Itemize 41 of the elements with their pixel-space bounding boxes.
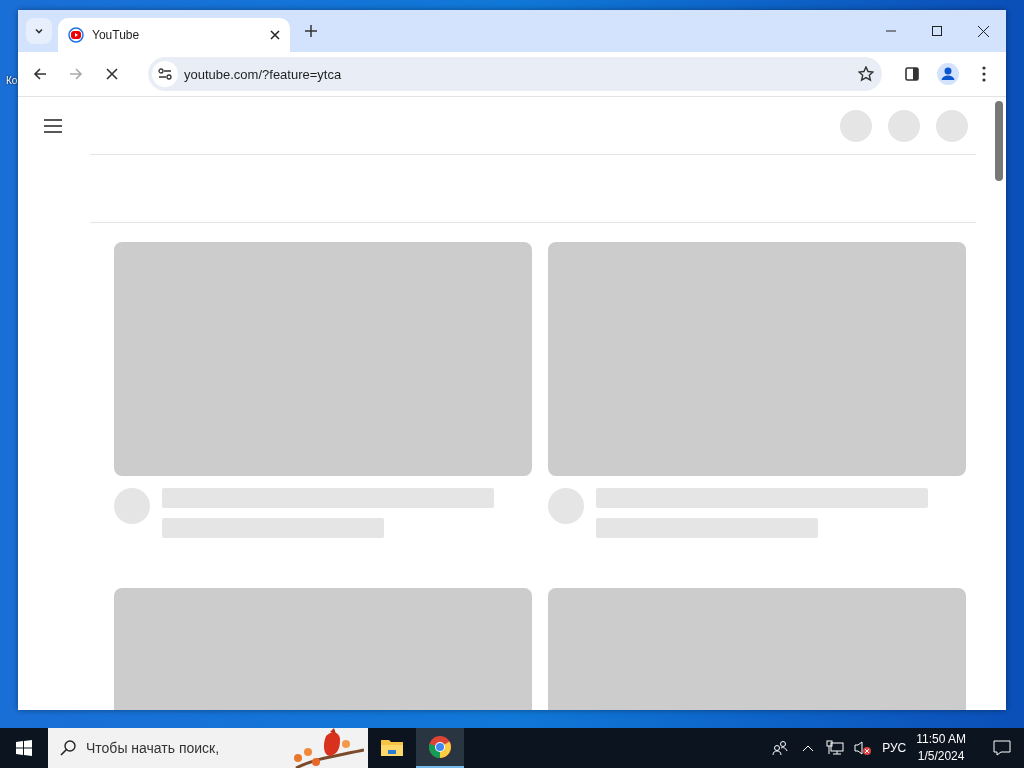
forward-arrow-icon: [69, 67, 83, 81]
menu-icon[interactable]: [44, 118, 62, 133]
url-text: youtube.com/?feature=ytca: [184, 66, 343, 82]
star-icon[interactable]: [858, 66, 874, 82]
folder-icon: [381, 738, 403, 756]
caret-up-icon: [802, 744, 815, 752]
back-arrow-icon: [33, 67, 47, 81]
clock-time[interactable]: 11:50 AM: [916, 731, 966, 748]
windows-icon: [16, 740, 32, 756]
maximize-icon: [932, 26, 942, 36]
avatar-placeholder: [114, 488, 150, 524]
search-field[interactable]: Чтобы начать поиск,: [84, 739, 278, 757]
dots-icon: [982, 66, 986, 82]
site-settings-icon[interactable]: [152, 61, 178, 87]
sliders-icon: [158, 68, 172, 80]
close-icon: [106, 68, 118, 80]
clock-date[interactable]: 1/5/2024: [917, 748, 965, 765]
taskbar-app-button[interactable]: [416, 728, 464, 768]
icon-placeholder: [888, 109, 920, 142]
speech-bubble-icon: [993, 740, 1011, 756]
people-icon: [772, 740, 789, 756]
person-icon: [937, 63, 959, 85]
network-icon[interactable]: [826, 740, 845, 756]
address-bar[interactable]: youtube.com/?feature=ytca: [148, 57, 882, 91]
browser-tab[interactable]: YouTube: [58, 18, 290, 52]
close-icon[interactable]: [270, 30, 280, 40]
plus-icon: [305, 25, 317, 37]
icon-placeholder: [840, 109, 872, 142]
taskbar-search-box[interactable]: Чтобы начать поиск,: [48, 728, 368, 768]
chrome-icon: [428, 735, 452, 759]
language-indicator[interactable]: РУС: [882, 741, 907, 755]
icon-placeholder: [936, 109, 968, 142]
close-icon: [977, 25, 989, 37]
side-panel-icon: [905, 67, 919, 81]
desktop-icon-label: Ко: [6, 75, 18, 86]
tab-title: YouTube: [92, 28, 141, 42]
favicon-icon: [68, 27, 84, 43]
muted-speaker-icon[interactable]: [854, 740, 873, 756]
scrollbar-thumb[interactable]: [995, 101, 1003, 181]
search-icon: [60, 740, 76, 756]
avatar-placeholder: [548, 488, 584, 524]
